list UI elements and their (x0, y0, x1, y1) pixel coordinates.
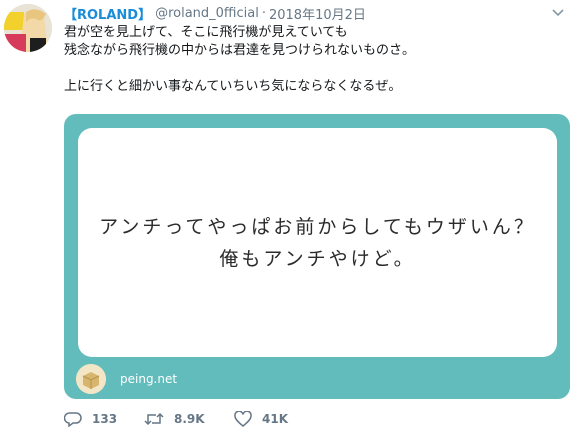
user-handle[interactable]: @roland_0fficial (155, 6, 259, 21)
question-line: アンチってやっぱお前からしてもウザいん？ (99, 215, 536, 238)
peing-logo-icon (76, 364, 106, 394)
display-name[interactable]: 【ROLAND】 (64, 4, 151, 23)
question-line: 俺もアンチやけど。 (219, 247, 416, 270)
tweet-text-line: 君が空を見上げて、そこに飛行機が見えていても (64, 25, 348, 40)
reply-count: 133 (92, 412, 118, 426)
card-footer: peing.net (76, 364, 177, 394)
like-count: 41K (262, 412, 288, 426)
tweet-header: 【ROLAND】 @roland_0fficial · 2018年10月2日 (64, 4, 366, 23)
avatar[interactable] (4, 4, 52, 52)
avatar-image (4, 4, 52, 52)
link-card[interactable]: アンチってやっぱお前からしてもウザいん？ 俺もアンチやけど。 peing.net (64, 114, 570, 399)
tweet-actions: 133 8.9K 41K (64, 408, 314, 430)
like-icon (234, 411, 252, 427)
question-card: アンチってやっぱお前からしてもウザいん？ 俺もアンチやけど。 (78, 128, 557, 357)
card-domain: peing.net (120, 372, 178, 386)
reply-button[interactable]: 133 (64, 411, 144, 427)
tweet: 【ROLAND】 @roland_0fficial · 2018年10月2日 君… (0, 0, 577, 434)
separator-dot: · (261, 5, 266, 21)
retweet-count: 8.9K (174, 412, 205, 426)
like-button[interactable]: 41K (234, 411, 314, 427)
tweet-text: 君が空を見上げて、そこに飛行機が見えていても 残念ながら飛行機の中からは君達を見… (64, 24, 564, 96)
tweet-text-line: 残念ながら飛行機の中からは君達を見つけられないものさ。 (64, 43, 416, 58)
retweet-button[interactable]: 8.9K (144, 411, 234, 427)
retweet-icon (144, 412, 164, 426)
tweet-text-line: 上に行くと細かい事なんていちいち気にならなくなるぜ。 (64, 79, 402, 94)
caret-down-icon[interactable] (551, 8, 565, 18)
reply-icon (64, 412, 82, 427)
tweet-date[interactable]: 2018年10月2日 (269, 4, 366, 23)
